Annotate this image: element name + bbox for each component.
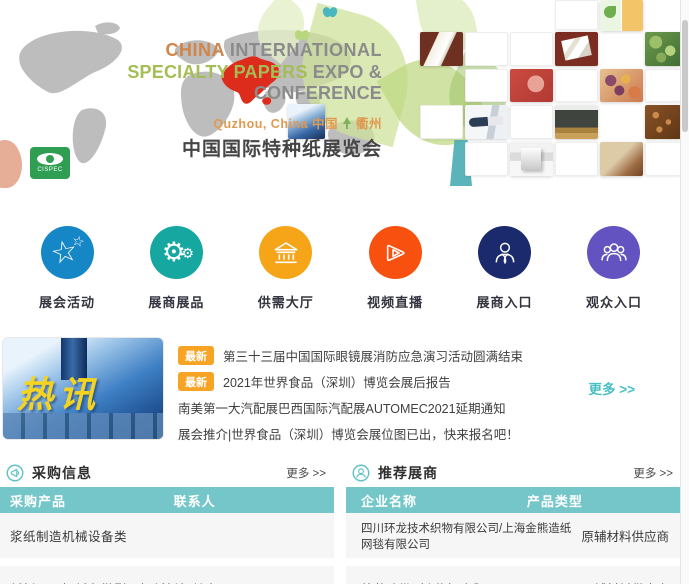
- nav-label: 展商入口: [477, 292, 533, 311]
- procurement-more-link[interactable]: 更多 >>: [286, 465, 326, 481]
- megaphone-icon: [6, 464, 24, 482]
- news-section: 热讯 最新 第三十三届中国国际眼镜展消防应急演习活动圆满结束 最新 2021年世…: [0, 330, 681, 450]
- photo-tile-train: [465, 105, 508, 139]
- new-badge: 最新: [178, 372, 214, 391]
- photo-tile-honeycomb: [645, 105, 680, 139]
- nav-item-visitor-entry[interactable]: 观众入口: [569, 226, 659, 311]
- news-item-text: 展会推介|世界食品（深圳）博览会展位图已出，快来报名吧！: [178, 424, 519, 443]
- people-icon: [587, 226, 640, 279]
- hot-news-image[interactable]: 热讯: [2, 337, 164, 440]
- exhibitor-type: 原辅材料供应商: [581, 579, 681, 584]
- butterfly-decoration: [323, 7, 337, 18]
- photo-tile-books: [420, 32, 463, 66]
- news-item-text: 南美第一大汽配展巴西国际汽配展AUTOMEC2021延期通知: [178, 398, 506, 417]
- tree-icon: [342, 117, 352, 129]
- news-more-link[interactable]: 更多 >>: [588, 378, 635, 398]
- nav-label: 展商展品: [148, 292, 204, 311]
- new-badge: 最新: [178, 346, 214, 365]
- news-item[interactable]: 最新 第三十三届中国国际眼镜展消防应急演习活动圆满结束: [178, 346, 628, 365]
- procurement-panel: 采购信息 更多 >> 采购产品 联系人 浆纸制造机械设备类 纸板、瓦楞纸和微型瓦…: [0, 458, 334, 584]
- nav-label: 观众入口: [586, 292, 642, 311]
- procurement-header: 采购信息 更多 >>: [0, 458, 334, 487]
- photo-tile-folded-paper: [555, 32, 598, 66]
- mosaic-blank-tile: [465, 69, 508, 102]
- banner-title-en-line2: SPECIALTY PAPERS EXPO & CONFERENCE: [0, 62, 382, 104]
- banner-title-block: CHINA INTERNATIONAL SPECIALTY PAPERS EXP…: [0, 40, 382, 161]
- photo-tile-berry-cups: [600, 69, 643, 102]
- cispec-logo: CISPEC: [30, 147, 70, 179]
- cispec-logo-eye: [37, 153, 63, 165]
- mosaic-blank-tile: [465, 32, 508, 66]
- nav-item-events[interactable]: ☆☆ 展会活动: [22, 226, 112, 311]
- photo-tile-machine: [510, 142, 553, 176]
- procurement-title: 采购信息: [32, 463, 92, 483]
- hot-news-label: 热讯: [17, 366, 101, 418]
- mosaic-blank-tile: [555, 69, 598, 102]
- banner: CHINA INTERNATIONAL SPECIALTY PAPERS EXP…: [0, 0, 680, 190]
- nav-label: 供需大厅: [258, 292, 314, 311]
- stars-icon: ☆☆: [41, 226, 94, 279]
- news-item[interactable]: 最新 2021年世界食品（深圳）博览会展后报告: [178, 372, 628, 391]
- news-item[interactable]: 南美第一大汽配展巴西国际汽配展AUTOMEC2021延期通知: [178, 398, 628, 417]
- play-icon: [369, 226, 422, 279]
- news-item[interactable]: 展会推介|世界食品（深圳）博览会展位图已出，快来报名吧！: [178, 424, 628, 443]
- exhibitor-type: 原辅材料供应商: [581, 526, 681, 545]
- mosaic-blank-tile: [420, 105, 463, 139]
- mosaic-blank-tile: [555, 0, 598, 30]
- mosaic-blank-tile: [645, 69, 680, 102]
- mosaic-blank-tile: [555, 142, 598, 176]
- exhibitors-more-link[interactable]: 更多 >>: [633, 465, 673, 481]
- mosaic-blank-tile: [645, 142, 680, 176]
- person-icon: [478, 226, 531, 279]
- vertical-scrollbar[interactable]: [680, 0, 689, 584]
- column-header: 采购产品: [0, 491, 174, 510]
- page: CHINA INTERNATIONAL SPECIALTY PAPERS EXP…: [0, 0, 689, 584]
- column-header: 产品类型: [527, 491, 583, 510]
- nav-item-exhibits[interactable]: ⚙⚙ 展商展品: [131, 226, 221, 311]
- procurement-table-header: 采购产品 联系人: [0, 487, 334, 513]
- info-tables: 采购信息 更多 >> 采购产品 联系人 浆纸制造机械设备类 纸板、瓦楞纸和微型瓦…: [0, 458, 681, 584]
- exhibitor-company: 德莎胶带（上海）有限公司: [346, 579, 581, 584]
- photo-tile-hand-tickets: [600, 142, 643, 176]
- exhibitors-panel: 推荐展商 更多 >> 企业名称 产品类型 四川环龙技术织物有限公司/上海金熊造纸…: [346, 458, 681, 584]
- nav-item-live-video[interactable]: 视频直播: [350, 226, 440, 311]
- scrollbar-thumb[interactable]: [682, 20, 688, 132]
- photo-tile-juice-boxes: [600, 0, 643, 31]
- table-row[interactable]: 纸板、瓦楞纸和微型瓦楞纸板相关产品: [0, 566, 334, 584]
- table-row[interactable]: 德莎胶带（上海）有限公司 原辅材料供应商: [346, 566, 681, 584]
- procurement-product: 纸板、瓦楞纸和微型瓦楞纸板相关产品: [0, 579, 322, 584]
- exhibitors-header: 推荐展商 更多 >>: [346, 458, 681, 487]
- column-header: 联系人: [174, 491, 216, 510]
- gears-icon: ⚙⚙: [150, 226, 203, 279]
- photo-tile-banknote: [510, 69, 553, 102]
- column-header: 企业名称: [346, 491, 527, 510]
- nav-item-exhibitor-entry[interactable]: 展商入口: [460, 226, 550, 311]
- news-list: 最新 第三十三届中国国际眼镜展消防应急演习活动圆满结束 最新 2021年世界食品…: [178, 346, 628, 450]
- table-row[interactable]: 四川环龙技术织物有限公司/上海金熊造纸网毯有限公司 原辅材料供应商: [346, 513, 681, 558]
- table-row[interactable]: 浆纸制造机械设备类: [0, 513, 334, 558]
- procurement-product: 浆纸制造机械设备类: [0, 526, 322, 545]
- nav-label: 视频直播: [367, 292, 423, 311]
- banner-location: Quzhou, China 中国 衢州: [0, 113, 382, 132]
- mosaic-blank-tile: [510, 32, 553, 66]
- photo-tile-green-leaves: [645, 32, 680, 66]
- cispec-logo-label: CISPEC: [37, 167, 62, 173]
- exhibitors-table-header: 企业名称 产品类型: [346, 487, 681, 513]
- news-item-text: 2021年世界食品（深圳）博览会展后报告: [223, 372, 451, 391]
- exhibitor-company: 四川环龙技术织物有限公司/上海金熊造纸网毯有限公司: [346, 520, 581, 552]
- news-item-text: 第三十三届中国国际眼镜展消防应急演习活动圆满结束: [223, 346, 523, 365]
- nav-item-supply-hall[interactable]: 供需大厅: [241, 226, 331, 311]
- person-circle-icon: [352, 464, 370, 482]
- banner-title-en-line1: CHINA INTERNATIONAL: [0, 40, 382, 61]
- exhibitors-title: 推荐展商: [378, 463, 438, 483]
- nav-label: 展会活动: [39, 292, 95, 311]
- mosaic-blank-tile: [510, 105, 553, 139]
- bank-icon: [259, 226, 312, 279]
- quick-nav: ☆☆ 展会活动 ⚙⚙ 展商展品 供需大厅: [0, 226, 681, 311]
- photo-tile-graphite-block: [555, 105, 598, 139]
- mosaic-blank-tile: [465, 142, 508, 176]
